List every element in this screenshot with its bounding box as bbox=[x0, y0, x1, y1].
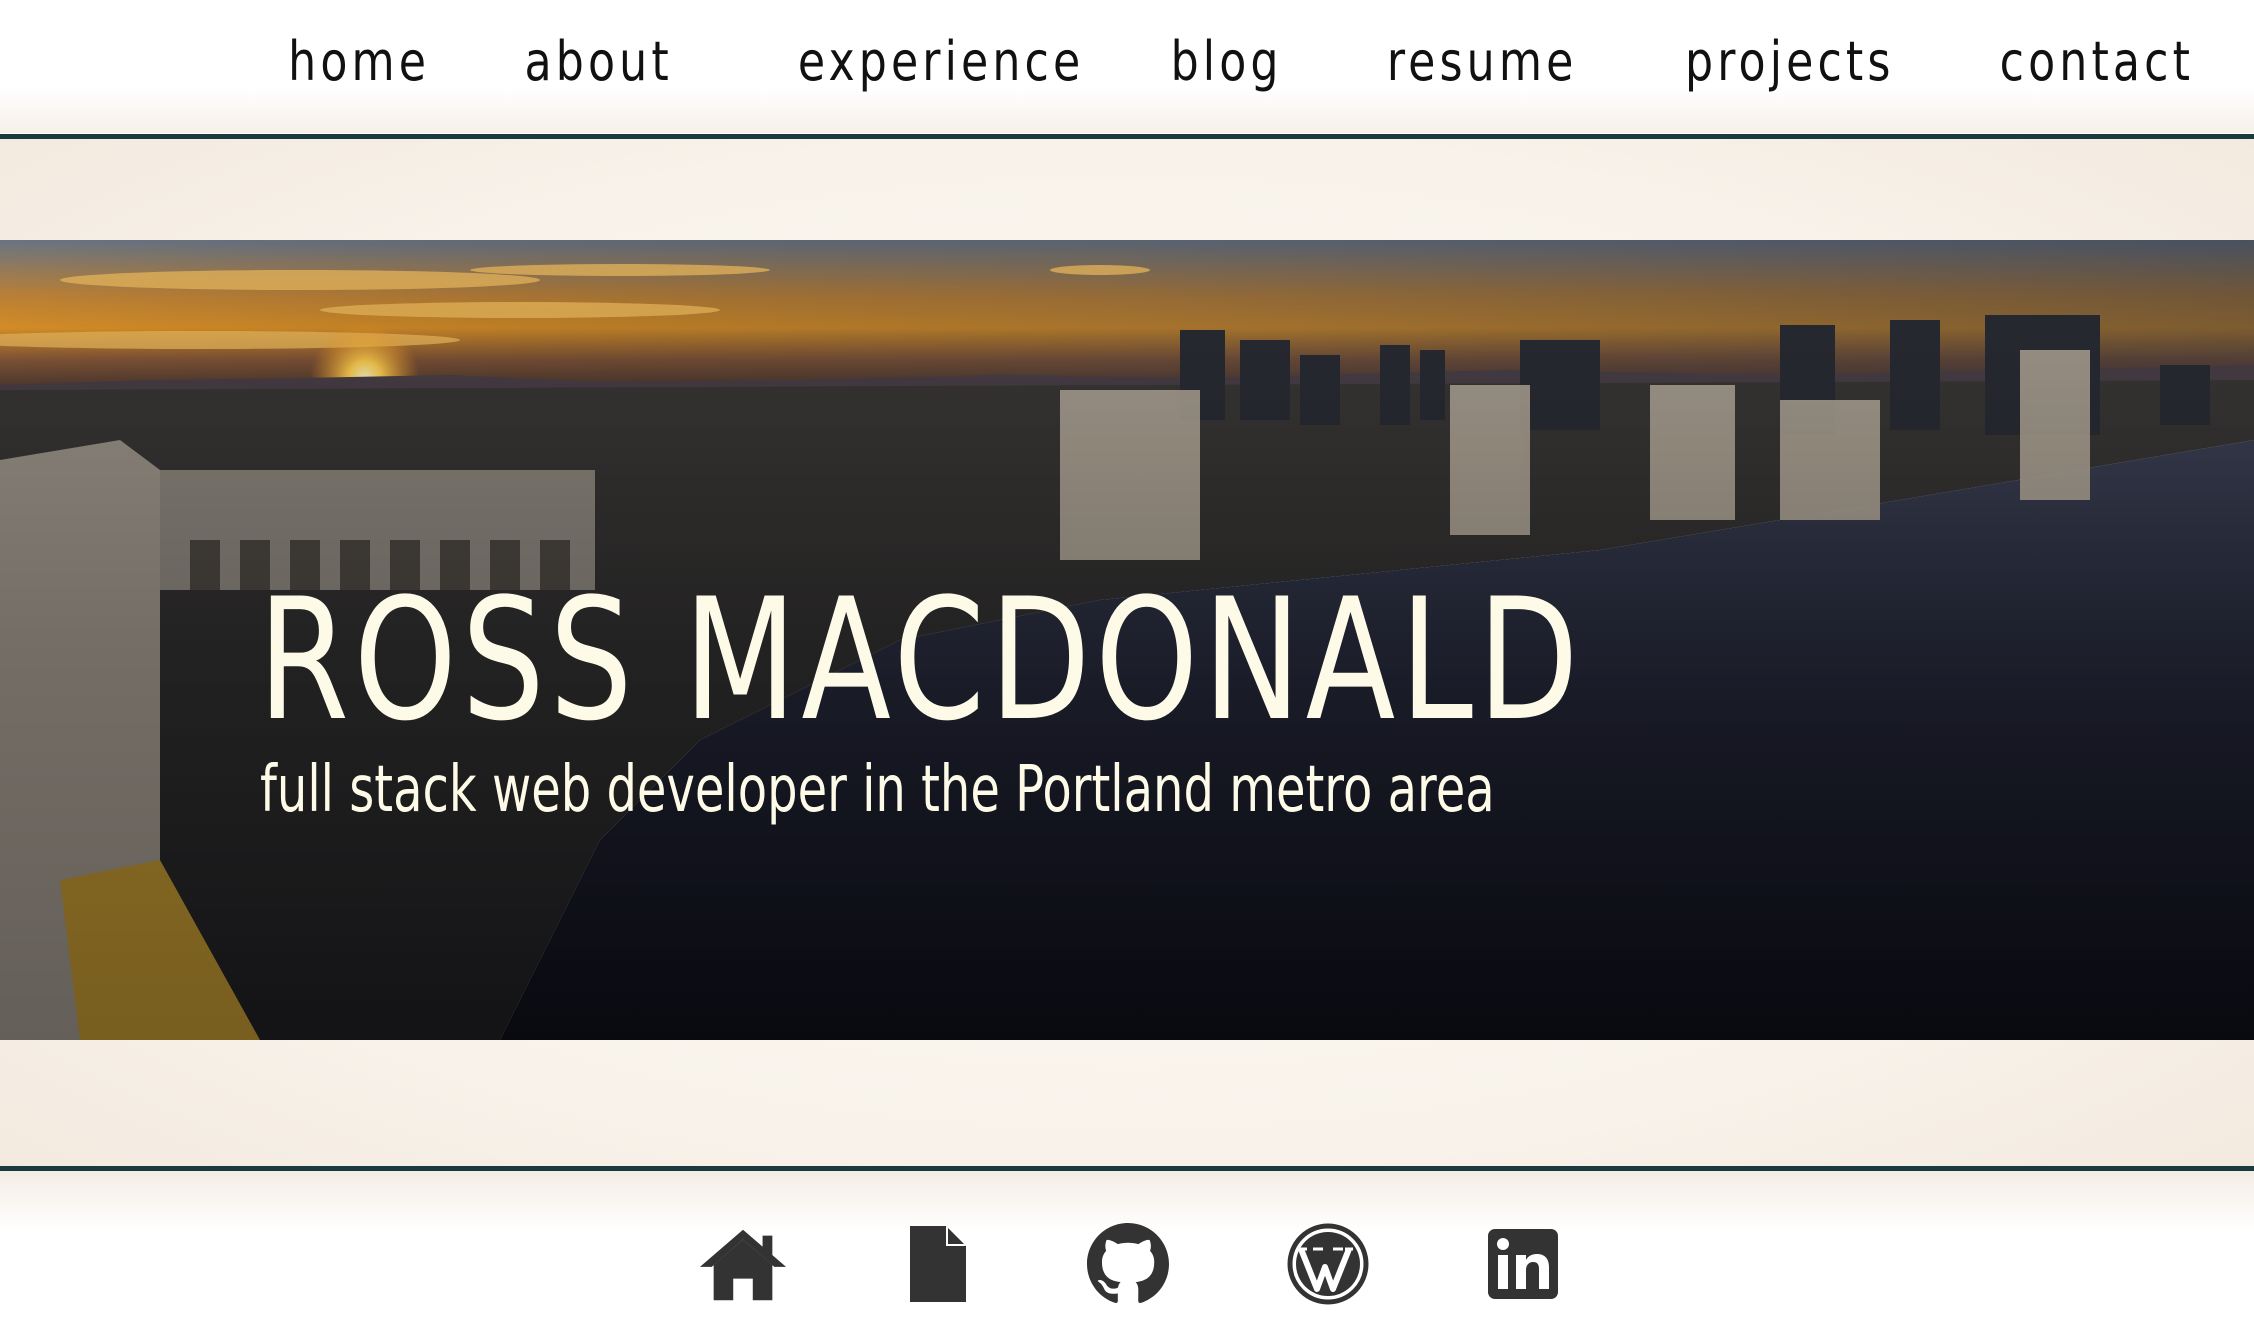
nav-link-about[interactable]: about bbox=[525, 22, 673, 102]
hero-banner: ROSS MACDONALD full stack web developer … bbox=[0, 240, 2254, 1040]
hero-title: ROSS MACDONALD bbox=[258, 562, 1584, 758]
top-navigation: home about experience blog resume projec… bbox=[0, 0, 2254, 133]
linkedin-icon[interactable] bbox=[1478, 1219, 1568, 1309]
home-icon[interactable] bbox=[698, 1219, 788, 1309]
page: home about experience blog resume projec… bbox=[0, 0, 2254, 1334]
nav-link-home[interactable]: home bbox=[288, 22, 430, 102]
footer bbox=[0, 1171, 2254, 1334]
hero-subtitle: full stack web developer in the Portland… bbox=[260, 753, 1495, 827]
nav-link-blog[interactable]: blog bbox=[1171, 22, 1283, 102]
wordpress-icon[interactable] bbox=[1283, 1219, 1373, 1309]
github-icon[interactable] bbox=[1083, 1219, 1173, 1309]
nav-link-experience[interactable]: experience bbox=[798, 22, 1084, 102]
nav-link-projects[interactable]: projects bbox=[1685, 22, 1895, 102]
nav-links: home about experience blog resume projec… bbox=[195, 22, 2194, 102]
document-icon[interactable] bbox=[893, 1219, 983, 1309]
nav-link-resume[interactable]: resume bbox=[1387, 22, 1578, 102]
nav-link-contact[interactable]: contact bbox=[2000, 22, 2194, 102]
